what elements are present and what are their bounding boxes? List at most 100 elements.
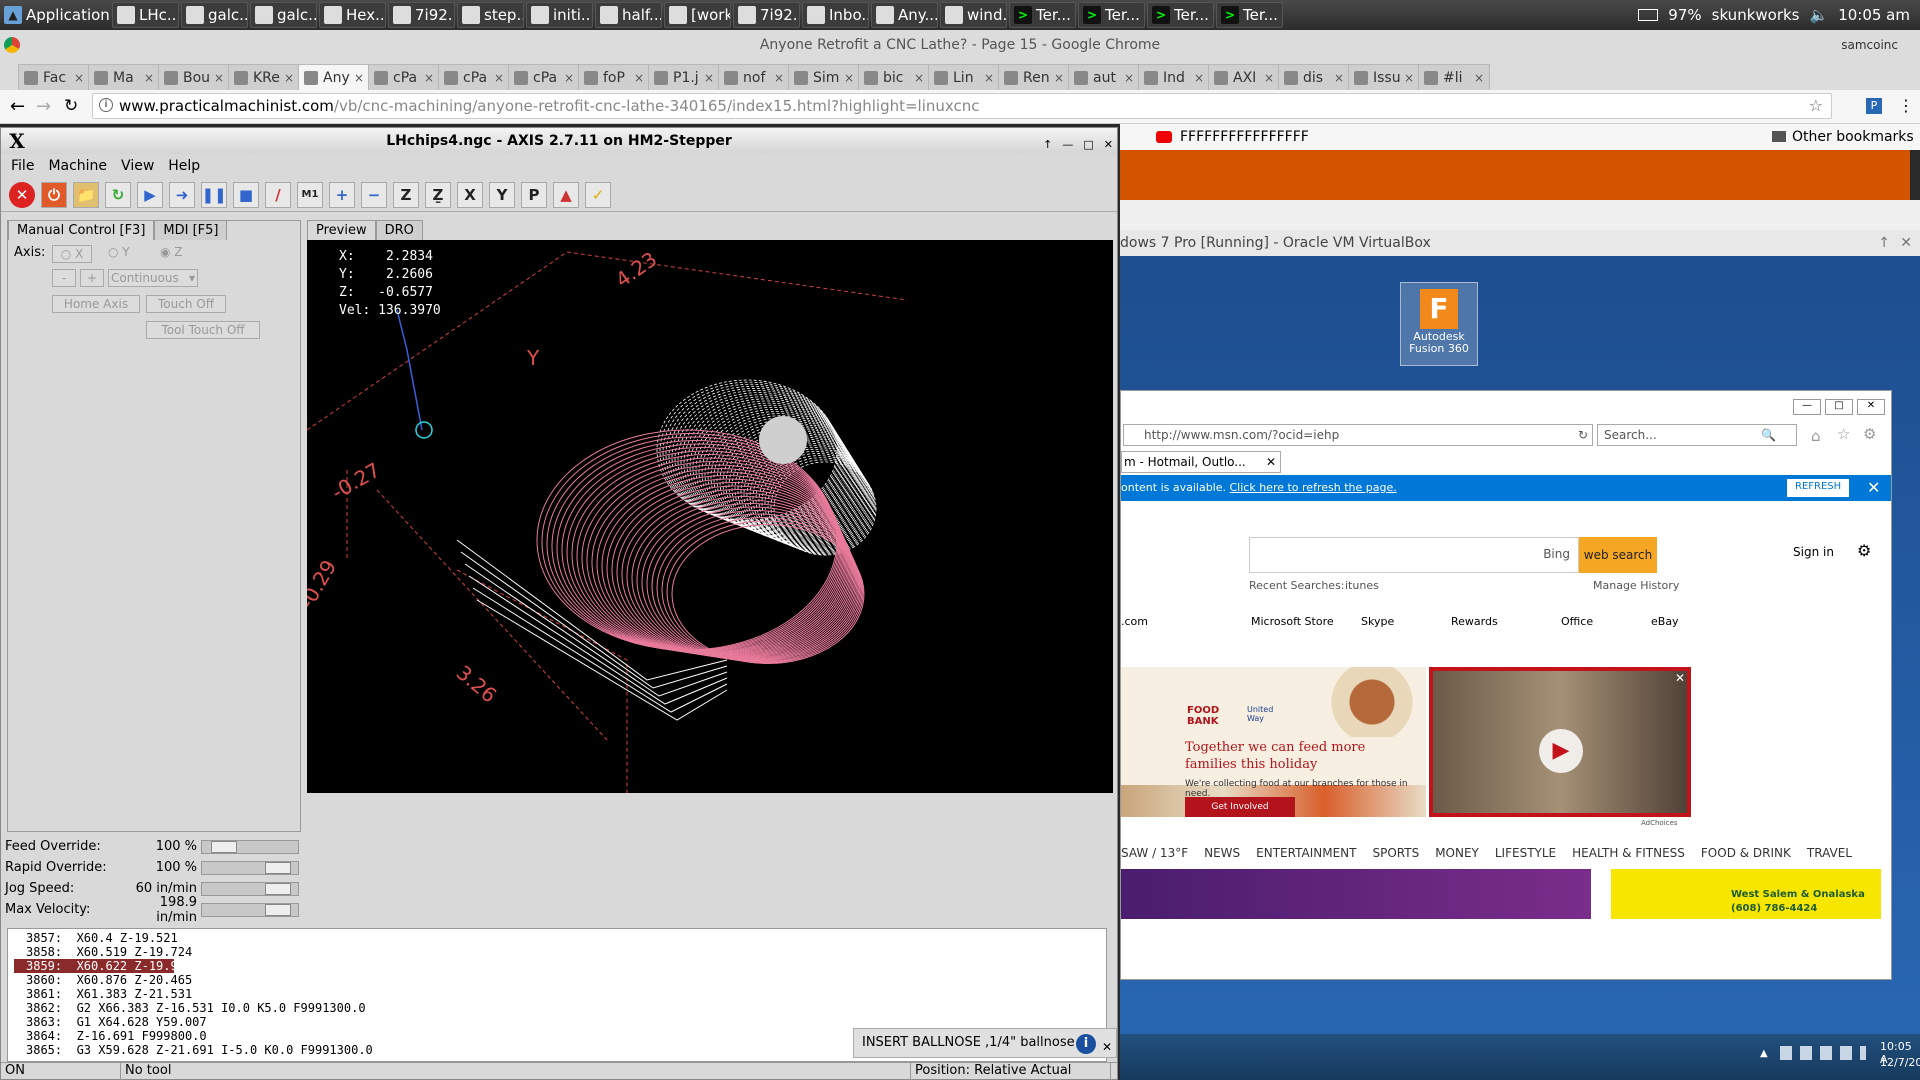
tab-close-icon[interactable]: × [1194, 71, 1204, 85]
taskbar-button[interactable]: Hex... [319, 2, 386, 28]
msn-nav-item[interactable]: SPORTS [1372, 846, 1419, 860]
volume-icon[interactable]: 🔈 [1810, 6, 1829, 24]
tab-close-icon[interactable]: × [144, 71, 154, 85]
view-y-icon[interactable]: Y [489, 181, 515, 208]
tab-close-icon[interactable]: × [284, 71, 294, 85]
browser-tab[interactable]: P1.j × [648, 64, 720, 90]
slider-thumb[interactable] [265, 903, 291, 916]
shortcut-link[interactable]: Skype [1361, 615, 1394, 628]
axis-close-icon[interactable]: ✕ [1104, 132, 1113, 158]
browser-tab[interactable]: KRe × [228, 64, 300, 90]
tab-close-icon[interactable]: × [1334, 71, 1344, 85]
fusion360-desktop-icon[interactable]: F Autodesk Fusion 360 [1400, 282, 1478, 366]
recent-search-item[interactable]: itunes [1345, 579, 1379, 592]
override-slider[interactable] [201, 902, 299, 917]
back-icon[interactable]: ← [10, 96, 25, 117]
axis-radio-y[interactable]: ○ Y [108, 245, 130, 259]
taskbar-button[interactable]: Any... [871, 2, 938, 28]
adchoices-label[interactable]: AdChoices [1641, 819, 1677, 827]
browser-tab[interactable]: foP × [578, 64, 650, 90]
view-p-icon[interactable]: P [521, 181, 547, 208]
taskbar-button[interactable]: galc... [181, 2, 248, 28]
browser-tab[interactable]: Lin × [928, 64, 1000, 90]
taskbar-date[interactable]: 12/7/20 [1880, 1056, 1920, 1069]
tab-close-icon[interactable]: × [1474, 71, 1484, 85]
machine-power-icon[interactable]: ⏻ [41, 181, 67, 208]
weather[interactable]: SAW / 13°F [1121, 846, 1188, 860]
ie-maximize-icon[interactable]: □ [1825, 399, 1853, 415]
bing-search-input[interactable]: Bing [1249, 537, 1579, 573]
axis-up-icon[interactable]: ↑ [1043, 132, 1052, 158]
refresh-button[interactable]: REFRESH [1787, 479, 1850, 497]
battery-icon[interactable] [1638, 9, 1659, 21]
tab-close-icon[interactable]: × [634, 71, 644, 85]
taskbar-button[interactable]: 7i92... [733, 2, 800, 28]
gcode-line[interactable]: 3858: X60.519 Z-19.724 [14, 945, 1106, 959]
ie-address-bar[interactable]: http://www.msn.com/?ocid=iehp ↻ [1123, 424, 1593, 446]
browser-tab[interactable]: Fac × [18, 64, 90, 90]
msn-nav-item[interactable]: TRAVEL [1807, 846, 1852, 860]
video-ad[interactable]: ▶ ✕ [1429, 667, 1691, 817]
tab-close-icon[interactable]: × [914, 71, 924, 85]
tab-close-icon[interactable]: × [1264, 71, 1274, 85]
zoom-in-icon[interactable]: + [329, 181, 355, 208]
home-icon[interactable]: ⌂ [1811, 427, 1821, 445]
msn-nav-item[interactable]: HEALTH & FITNESS [1572, 846, 1685, 860]
axis-minimize-icon[interactable]: — [1062, 132, 1073, 158]
address-bar[interactable]: i www.practicalmachinist.com/vb/cnc-mach… [92, 93, 1832, 119]
msn-nav-item[interactable]: LIFESTYLE [1495, 846, 1556, 860]
menu-file[interactable]: File [11, 158, 34, 174]
taskbar-button[interactable]: step... [457, 2, 524, 28]
browser-tab[interactable]: bic × [858, 64, 930, 90]
refresh-link[interactable]: Click here to refresh the page. [1230, 481, 1397, 494]
estop-icon[interactable]: ✕ [9, 181, 35, 208]
open-file-icon[interactable]: 📁 [73, 181, 99, 208]
jog-increment-select[interactable]: Continuous ▾ [108, 269, 198, 287]
message-close-icon[interactable]: ✕ [1102, 1033, 1112, 1061]
taskbar-button[interactable]: Inbo... [802, 2, 869, 28]
ie-search-icon[interactable]: 🔍 [1761, 425, 1776, 445]
slider-thumb[interactable] [211, 840, 238, 853]
tab-close-icon[interactable]: × [774, 71, 784, 85]
clear-plot-icon[interactable]: ✓ [585, 181, 611, 208]
override-slider[interactable] [201, 881, 299, 896]
browser-tab[interactable]: Sim × [788, 64, 860, 90]
step-icon[interactable]: ➜ [169, 181, 195, 208]
tab-close-icon[interactable]: × [494, 71, 504, 85]
taskbar-button[interactable]: LHc... [112, 2, 179, 28]
gcode-line[interactable]: 3863: G1 X64.628 Y59.007 [14, 1015, 1106, 1029]
chrome-profile[interactable]: samcoinc [1841, 30, 1898, 60]
tab-close-icon[interactable]: × [564, 71, 574, 85]
web-search-button[interactable]: web search [1579, 537, 1657, 573]
msn-nav-item[interactable]: ENTERTAINMENT [1256, 846, 1356, 860]
bookmark-item[interactable]: FFFFFFFFFFFFFFFF [1180, 124, 1309, 150]
tool-touch-off-button[interactable]: Tool Touch Off [146, 321, 260, 339]
slider-thumb[interactable] [265, 861, 291, 874]
jog-minus-button[interactable]: - [52, 269, 76, 287]
tab-close-icon[interactable]: × [424, 71, 434, 85]
msn-nav-item[interactable]: FOOD & DRINK [1701, 846, 1791, 860]
view-x-icon[interactable]: X [457, 181, 483, 208]
browser-tab[interactable]: Bou × [158, 64, 230, 90]
tab-mdi[interactable]: MDI [F5] [154, 220, 228, 240]
shortcut-link[interactable]: Microsoft Store [1251, 615, 1334, 628]
terminal-button[interactable]: > Ter... [1009, 2, 1076, 28]
block-delete-icon[interactable]: / [265, 181, 291, 208]
browser-tab[interactable]: Ma × [88, 64, 160, 90]
tab-close-icon[interactable]: × [704, 71, 714, 85]
terminal-button[interactable]: > Ter... [1078, 2, 1145, 28]
ie-minimize-icon[interactable]: — [1793, 399, 1821, 415]
taskbar-button[interactable]: half... [595, 2, 662, 28]
taskbar-button[interactable]: 7i92... [388, 2, 455, 28]
run-icon[interactable]: ▶ [137, 181, 163, 208]
ie-search-box[interactable]: Search... 🔍 [1597, 424, 1797, 446]
ie-close-icon[interactable]: ✕ [1857, 399, 1885, 415]
gcode-line[interactable]: 3862: G2 X66.383 Z-16.531 I0.0 K5.0 F999… [14, 1001, 1106, 1015]
msn-nav-item[interactable]: NEWS [1204, 846, 1240, 860]
tab-close-icon[interactable]: × [1124, 71, 1134, 85]
tab-close-icon[interactable]: × [844, 71, 854, 85]
tab-close-icon[interactable]: × [354, 71, 364, 85]
browser-tab[interactable]: Ind × [1138, 64, 1210, 90]
taskbar-button[interactable]: wind... [940, 2, 1007, 28]
shortcut-link[interactable]: eBay [1651, 615, 1679, 628]
